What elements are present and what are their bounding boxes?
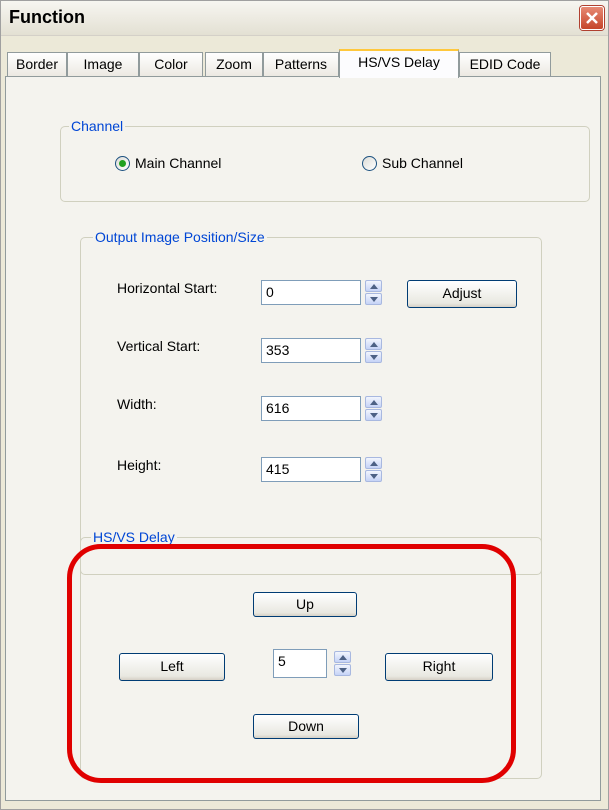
spin-up-button[interactable] [365, 396, 382, 408]
horizontal-start-spinner[interactable] [365, 280, 382, 305]
spin-down-button[interactable] [365, 409, 382, 421]
main-channel-radio[interactable] [115, 156, 130, 171]
spin-down-button[interactable] [365, 293, 382, 305]
width-input[interactable]: 616 [261, 396, 361, 421]
arrow-down-icon [370, 413, 378, 418]
radio-selected-dot [119, 160, 126, 167]
close-button[interactable] [580, 6, 604, 30]
hs-vs-delay-legend: HS/VS Delay [91, 529, 177, 545]
channel-legend: Channel [69, 118, 126, 134]
arrow-up-icon [370, 284, 378, 289]
window-title: Function [9, 7, 85, 27]
title-bar[interactable]: Function [1, 1, 608, 36]
vertical-start-spinner[interactable] [365, 338, 382, 363]
spin-up-button[interactable] [365, 280, 382, 292]
red-annotation-outline [67, 544, 516, 783]
sub-channel-label[interactable]: Sub Channel [382, 155, 463, 171]
tab-zoom[interactable]: Zoom [205, 52, 263, 76]
arrow-down-icon [370, 474, 378, 479]
tab-patterns[interactable]: Patterns [263, 52, 339, 76]
arrow-up-icon [370, 400, 378, 405]
spin-down-button[interactable] [365, 470, 382, 482]
output-image-group: Output Image Position/Size Horizontal St… [80, 229, 542, 575]
tab-image[interactable]: Image [67, 52, 139, 76]
height-spinner[interactable] [365, 457, 382, 482]
horizontal-start-label: Horizontal Start: [117, 280, 218, 296]
arrow-down-icon [370, 355, 378, 360]
spin-up-button[interactable] [365, 457, 382, 469]
close-icon [586, 12, 598, 24]
sub-channel-radio[interactable] [362, 156, 377, 171]
vertical-start-input[interactable]: 353 [261, 338, 361, 363]
arrow-down-icon [370, 297, 378, 302]
spin-up-button[interactable] [365, 338, 382, 350]
channel-group: Channel Main Channel Sub Channel [60, 118, 590, 202]
main-channel-label[interactable]: Main Channel [135, 155, 221, 171]
width-spinner[interactable] [365, 396, 382, 421]
height-label: Height: [117, 457, 162, 473]
tab-edid-code[interactable]: EDID Code [459, 52, 551, 76]
adjust-button[interactable]: Adjust [407, 280, 517, 308]
horizontal-start-input[interactable]: 0 [261, 280, 361, 305]
vertical-start-label: Vertical Start: [117, 338, 201, 354]
arrow-up-icon [370, 461, 378, 466]
spin-down-button[interactable] [365, 351, 382, 363]
arrow-up-icon [370, 342, 378, 347]
width-label: Width: [117, 396, 157, 412]
output-image-legend: Output Image Position/Size [93, 229, 267, 245]
tab-border[interactable]: Border [7, 52, 67, 76]
height-input[interactable]: 415 [261, 457, 361, 482]
tab-color[interactable]: Color [139, 52, 203, 76]
tab-hs-vs-delay[interactable]: HS/VS Delay [339, 49, 459, 78]
